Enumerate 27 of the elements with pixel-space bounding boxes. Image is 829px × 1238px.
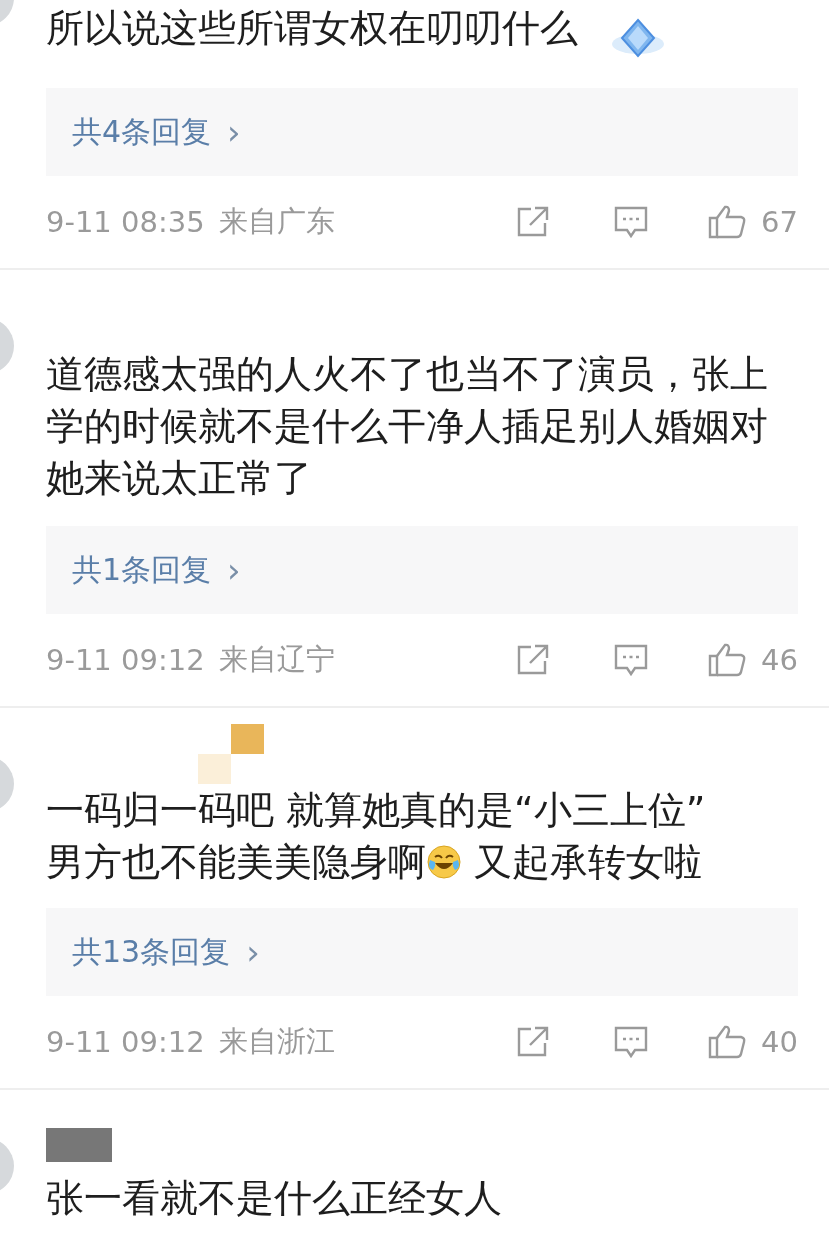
comment-text: 男方也不能美美隐身啊 bbox=[46, 840, 426, 884]
comment-icon[interactable] bbox=[613, 643, 650, 677]
like-button[interactable]: 67 bbox=[707, 204, 798, 240]
comment-icon[interactable] bbox=[613, 205, 650, 239]
comment-time: 9-11 09:12 bbox=[46, 1025, 205, 1059]
redaction-bar bbox=[46, 1128, 112, 1162]
comment-text: 所以说这些所谓女权在叨叨什么 bbox=[46, 6, 578, 50]
comment-location: 来自辽宁 bbox=[218, 641, 335, 678]
replies-link[interactable]: 共4条回复 › bbox=[46, 88, 798, 176]
comment-icon[interactable] bbox=[613, 1025, 650, 1059]
comment-location: 来自浙江 bbox=[218, 1023, 335, 1060]
comment-time: 9-11 08:35 bbox=[46, 205, 205, 239]
comment-text: 又起承转女啦 bbox=[473, 840, 703, 884]
thumbs-up-icon bbox=[707, 204, 748, 240]
laughing-emoji-icon bbox=[426, 844, 462, 880]
comment-time: 9-11 09:12 bbox=[46, 643, 205, 677]
thumbs-up-icon bbox=[707, 1024, 748, 1060]
like-button[interactable]: 40 bbox=[707, 1024, 798, 1060]
comment-text: 一码归一码吧 就算她真的是“小三上位” bbox=[46, 788, 706, 832]
comment-location: 来自广东 bbox=[218, 203, 335, 240]
thumbs-up-icon bbox=[707, 642, 748, 678]
comment-text: 张一看就不是什么正经女人 bbox=[46, 1176, 502, 1220]
like-button[interactable]: 46 bbox=[707, 642, 798, 678]
replies-link[interactable]: 共1条回复 › bbox=[46, 526, 798, 614]
comment-text: 道德感太强的人火不了也当不了演员，张上学的时候就不是什么干净人插足别人婚姻对她来说太正常了 bbox=[46, 352, 768, 500]
replies-link[interactable]: 共13条回复 › bbox=[46, 908, 798, 996]
mosaic-drawing bbox=[198, 724, 264, 784]
